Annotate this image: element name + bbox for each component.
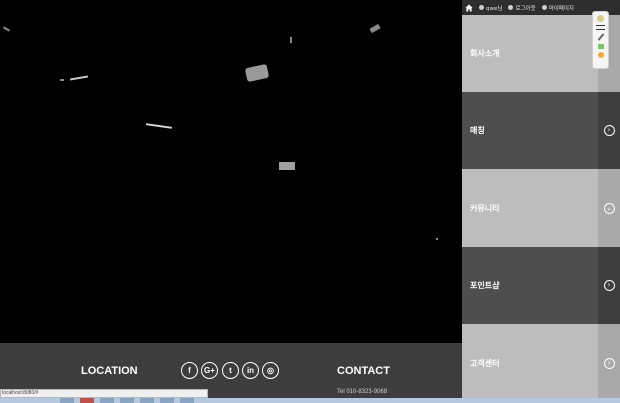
chevron-right-circle-icon[interactable]: › <box>603 280 615 291</box>
taskbar-button[interactable] <box>180 398 194 403</box>
canvas-speck <box>436 238 438 240</box>
twitter-icon[interactable]: t <box>222 362 239 379</box>
mypage-icon <box>541 5 547 10</box>
sidebar-item-support[interactable]: 고객센터 › <box>462 324 620 403</box>
canvas-speck <box>290 37 292 43</box>
footer-location-title: LOCATION <box>81 365 138 377</box>
user-link[interactable]: qwe님 <box>479 4 502 12</box>
orange-status-icon <box>597 52 604 58</box>
taskbar-button[interactable] <box>60 398 74 403</box>
chevron-right-circle-icon[interactable]: › <box>603 358 615 369</box>
logout-label: 로그아웃 <box>515 5 536 12</box>
chevron-right-circle-icon[interactable]: › <box>603 125 615 136</box>
canvas-speck <box>279 162 295 170</box>
browser-status-url: localhost:8080/# <box>0 389 208 398</box>
main-canvas <box>0 0 462 343</box>
sidebar-item-label: 고객센터 <box>470 359 500 368</box>
canvas-speck <box>60 79 64 81</box>
sidebar-item-label: 회사소개 <box>470 49 500 58</box>
chevron-down-circle-icon[interactable]: ⌄ <box>603 202 615 214</box>
sidebar-item-label: 포인트샵 <box>470 281 500 290</box>
logout-link[interactable]: 로그아웃 <box>508 4 536 12</box>
sidebar-item-label: 매칭 <box>470 126 485 135</box>
footer-tel: Tel 010-8323-9068 <box>337 389 388 395</box>
arrow-column: ⌄ <box>598 169 620 247</box>
sidebar-item-matching[interactable]: 매칭 › <box>462 92 620 169</box>
home-icon[interactable] <box>465 4 473 12</box>
google-plus-icon[interactable]: G+ <box>201 362 218 379</box>
taskbar-button[interactable] <box>100 398 114 403</box>
arrow-column: › <box>598 92 620 169</box>
extension-logo-icon <box>597 15 604 22</box>
sidebar-item-community[interactable]: 커뮤니티 ⌄ <box>462 169 620 247</box>
instagram-icon[interactable]: ◎ <box>262 362 279 379</box>
browser-extension-widget[interactable] <box>592 11 609 69</box>
canvas-speck <box>244 63 270 83</box>
user-label: qwe님 <box>486 5 503 12</box>
sidebar-item-label: 커뮤니티 <box>470 203 500 213</box>
canvas-speck <box>2 26 11 32</box>
logout-icon <box>508 5 514 10</box>
canvas-speck <box>369 23 381 34</box>
menu-icon[interactable] <box>596 25 605 30</box>
magic-wand-icon[interactable] <box>597 33 604 41</box>
sidebar-item-pointshop[interactable]: 포인트샵 › <box>462 247 620 324</box>
user-icon <box>479 5 484 10</box>
canvas-speck <box>69 75 89 81</box>
taskbar-button[interactable] <box>120 398 134 403</box>
taskbar-button[interactable] <box>140 398 154 403</box>
mypage-link[interactable]: 마이페이지 <box>541 4 574 12</box>
green-status-icon <box>597 44 604 49</box>
arrow-column: › <box>598 324 620 403</box>
taskbar-button[interactable] <box>80 398 94 403</box>
canvas-speck <box>145 123 173 129</box>
os-taskbar <box>0 398 620 403</box>
linkedin-icon[interactable]: in <box>242 362 259 379</box>
footer-contact-title: CONTACT <box>337 365 390 377</box>
facebook-icon[interactable]: f <box>181 362 198 379</box>
mypage-label: 마이페이지 <box>548 5 574 12</box>
taskbar-button[interactable] <box>160 398 174 403</box>
arrow-column: › <box>598 247 620 324</box>
